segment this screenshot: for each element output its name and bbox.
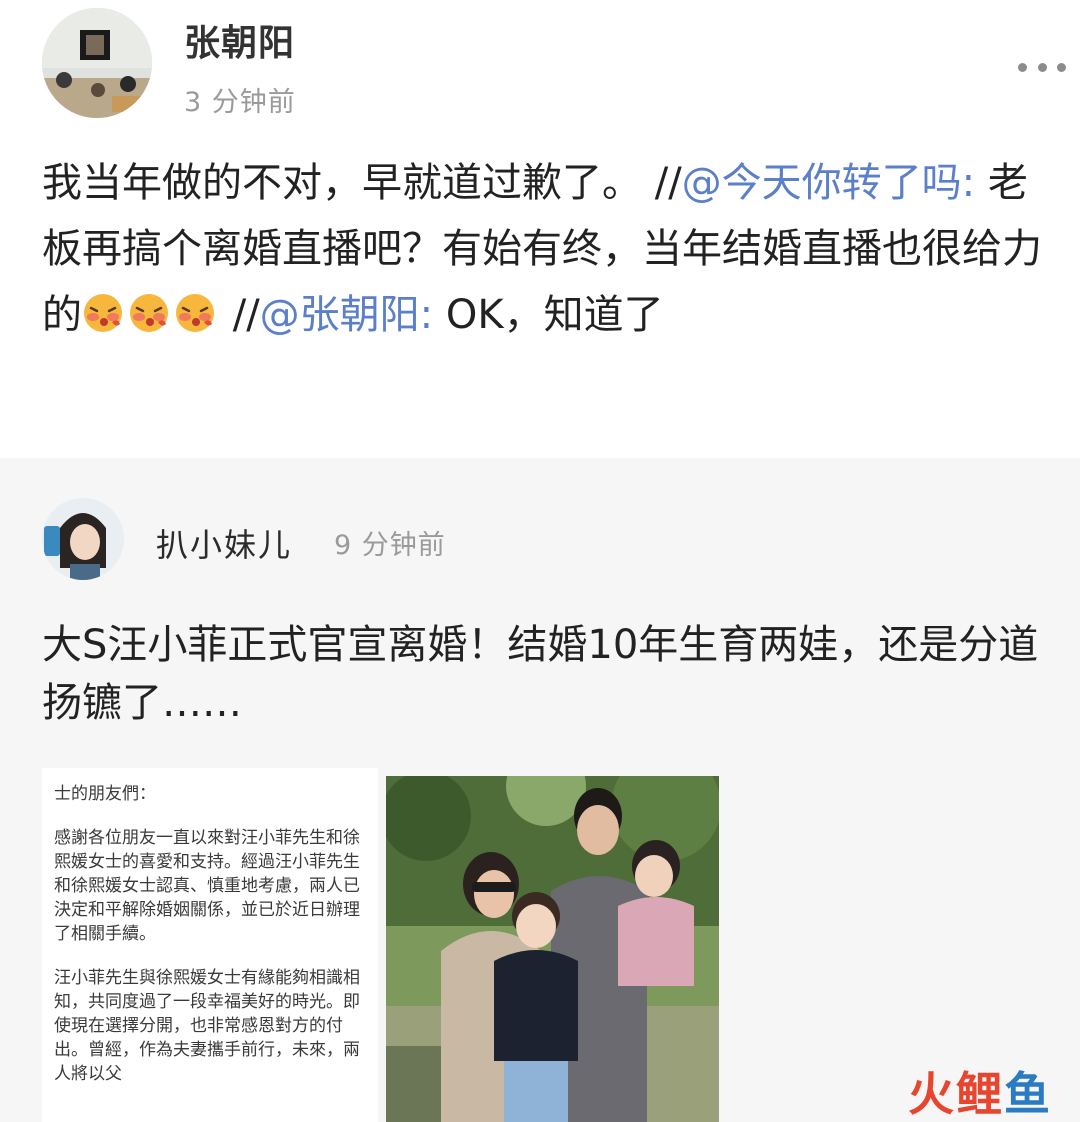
weibo-post: 张朝阳 3 分钟前 我当年做的不对，早就道过歉了。 //@今天你转了吗: 老板再… bbox=[0, 0, 1080, 458]
blushing-kiss-emoji-icon bbox=[176, 294, 214, 332]
repost-body: 大S汪小菲正式官宣离婚！结婚10年生育两娃，还是分道扬镳了…… bbox=[42, 622, 1039, 726]
watermark-char: 火 bbox=[908, 1067, 956, 1121]
post-text-segment: 我当年做的不对，早就道过歉了。 // bbox=[42, 160, 682, 206]
family-photo[interactable] bbox=[386, 776, 719, 1122]
post-body: 我当年做的不对，早就道过歉了。 //@今天你转了吗: 老板再搞个离婚直播吧？有始… bbox=[42, 150, 1062, 348]
author-avatar[interactable] bbox=[42, 8, 152, 118]
reposted-weibo-card[interactable]: 扒小妹儿 9 分钟前 大S汪小菲正式官宣离婚！结婚10年生育两娃，还是分道扬镳了… bbox=[0, 458, 1080, 1122]
post-text-segment: OK，知道了 bbox=[433, 292, 664, 338]
repost-timestamp: 9 分钟前 bbox=[334, 530, 446, 561]
more-dot bbox=[1037, 62, 1047, 72]
author-name[interactable]: 张朝阳 bbox=[184, 14, 295, 66]
blushing-kiss-emoji-icon bbox=[84, 294, 122, 332]
statement-image[interactable]: 士的朋友們： 感謝各位朋友一直以來對汪小菲先生和徐熙媛女士的喜愛和支持。經過汪小… bbox=[42, 768, 378, 1122]
more-dot bbox=[1057, 62, 1066, 72]
post-timestamp: 3 分钟前 bbox=[184, 87, 296, 118]
watermark-char: 鱼 bbox=[1004, 1067, 1052, 1121]
statement-paragraph: 感謝各位朋友一直以來對汪小菲先生和徐熙媛女士的喜愛和支持。經過汪小菲先生和徐熙媛… bbox=[54, 828, 360, 944]
statement-paragraph: 汪小菲先生與徐熙媛女士有緣能夠相識相知，共同度過了一段幸福美好的時光。即使現在選… bbox=[54, 968, 360, 1084]
post-text-segment: // bbox=[220, 292, 260, 338]
more-dot bbox=[1018, 62, 1027, 72]
mention-link[interactable]: @张朝阳: bbox=[260, 292, 433, 338]
repost-author-avatar[interactable] bbox=[42, 498, 124, 580]
mention-link[interactable]: @今天你转了吗: bbox=[682, 160, 975, 206]
blushing-kiss-emoji-icon bbox=[130, 294, 168, 332]
repost-author-name[interactable]: 扒小妹儿 bbox=[156, 520, 292, 566]
more-options-icon[interactable] bbox=[1018, 52, 1066, 82]
statement-greeting: 士的朋友們： bbox=[54, 784, 156, 804]
site-watermark: 火鲤鱼 bbox=[908, 1058, 1052, 1122]
watermark-char: 鲤 bbox=[956, 1067, 1004, 1121]
